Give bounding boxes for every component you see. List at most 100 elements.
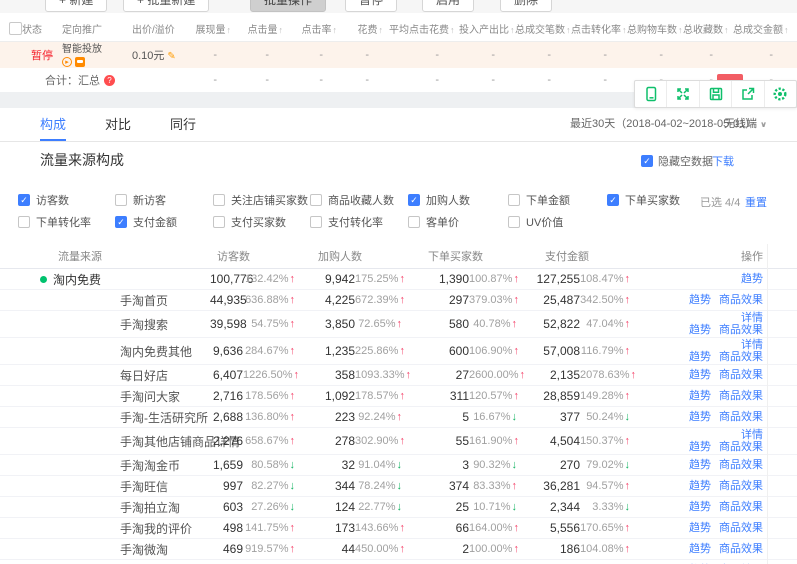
product-effect-link[interactable]: 商品效果	[719, 294, 763, 306]
trend-link[interactable]: 趋势	[689, 501, 711, 513]
metric-filter-r2-6[interactable]: UV价值	[508, 214, 563, 230]
trend-link[interactable]: 趋势	[689, 411, 711, 423]
ad-column-9[interactable]: 投入产出比↑	[459, 21, 515, 36]
trend-link[interactable]: 趋势	[689, 324, 711, 336]
download-link[interactable]: 下载	[712, 153, 734, 169]
metric-value: 1,390	[402, 272, 469, 286]
product-effect-link[interactable]: 商品效果	[719, 522, 763, 534]
metric-value: 44,935	[210, 293, 243, 307]
trend-link[interactable]: 趋势	[689, 441, 711, 453]
metric-filter-r2-3[interactable]: 支付买家数	[213, 214, 286, 230]
ad-column-6[interactable]: 点击率↑	[289, 21, 343, 36]
detail-link[interactable]: 详情	[741, 429, 763, 441]
metric-value: 5	[402, 410, 469, 424]
trend-link[interactable]: 趋势	[741, 273, 763, 285]
empty-metric-value: -	[459, 49, 515, 61]
metric-value: 358	[295, 368, 355, 382]
metric-label: 加购人数	[426, 192, 470, 208]
source-name-cell: 每日好店	[40, 367, 210, 384]
metric-filter-r1-5[interactable]: ✓加购人数	[408, 192, 470, 208]
fullscreen-icon[interactable]	[667, 81, 699, 107]
reset-link[interactable]: 重置	[745, 194, 767, 210]
toolbar-button-1[interactable]: + 新建	[45, 0, 107, 12]
toolbar-button-5[interactable]: 启用	[422, 0, 474, 12]
product-effect-link[interactable]: 商品效果	[719, 390, 763, 402]
metric-filter-r1-2[interactable]: 新访客	[115, 192, 166, 208]
metric-value: 25	[402, 500, 469, 514]
metric-value: 36,281	[517, 479, 580, 493]
metric-filter-r2-4[interactable]: 支付转化率	[310, 214, 383, 230]
ad-column-12[interactable]: 总购物车数↑	[627, 21, 683, 36]
ad-column-10[interactable]: 总成交笔数↑	[515, 21, 571, 36]
tab-peers[interactable]: 同行	[170, 108, 196, 141]
ad-column-4[interactable]: 展现量↑	[182, 21, 237, 36]
toolbar-button-4[interactable]: 暂停	[345, 0, 397, 12]
actions-cell: 趋势商品效果	[630, 390, 763, 402]
product-effect-link[interactable]: 商品效果	[719, 324, 763, 336]
trend-link[interactable]: 趋势	[689, 294, 711, 306]
source-name-cell: 手淘淘金币	[40, 457, 210, 474]
help-question-icon[interactable]: ?	[104, 75, 115, 86]
trend-link[interactable]: 趋势	[689, 522, 711, 534]
metric-filter-r2-5[interactable]: 客单价	[408, 214, 459, 230]
metric-change: 225.86%↑	[355, 345, 402, 357]
actions-cell: 趋势商品效果	[630, 294, 763, 306]
sort-arrow-icon: ↑	[279, 25, 284, 35]
metric-change: 94.57%↑	[580, 480, 630, 492]
detail-link[interactable]: 详情	[741, 312, 763, 324]
metric-filter-r1-7[interactable]: ✓下单买家数	[607, 192, 680, 208]
metric-filter-r1-3[interactable]: 关注店铺买家数	[213, 192, 308, 208]
ad-column-13[interactable]: 总收藏数↑	[683, 21, 733, 36]
terminal-selector[interactable]: 无线端∨	[724, 108, 767, 141]
ad-column-7[interactable]: 花费↑	[343, 21, 389, 36]
metric-filter-r2-1[interactable]: 下单转化率	[18, 214, 91, 230]
toolbar-button-3[interactable]: 批量操作	[250, 0, 326, 12]
col-visitors: 访客数	[210, 248, 295, 264]
mobile-preview-icon[interactable]	[635, 81, 667, 107]
trend-link[interactable]: 趋势	[689, 390, 711, 402]
detail-link[interactable]: 详情	[741, 339, 763, 351]
select-all-checkbox[interactable]	[0, 22, 22, 35]
metric-filter-r1-1[interactable]: ✓访客数	[18, 192, 69, 208]
trend-link[interactable]: 趋势	[689, 480, 711, 492]
metric-value: 6,407	[210, 368, 243, 382]
product-effect-link[interactable]: 商品效果	[719, 351, 763, 363]
product-effect-link[interactable]: 商品效果	[719, 501, 763, 513]
settings-gear-icon[interactable]	[765, 81, 796, 107]
ad-column-5[interactable]: 点击量↑	[237, 21, 289, 36]
toolbar-button-6[interactable]: 删除	[500, 0, 552, 12]
product-effect-link[interactable]: 商品效果	[719, 369, 763, 381]
source-name: 手淘旺信	[120, 478, 168, 495]
product-effect-link[interactable]: 商品效果	[719, 441, 763, 453]
checkbox-icon	[310, 194, 322, 206]
metric-change: 178.57%↑	[355, 390, 402, 402]
metric-filter-r2-2[interactable]: ✓支付金额	[115, 214, 177, 230]
metric-filter-r1-6[interactable]: 下单金额	[508, 192, 570, 208]
product-effect-link[interactable]: 商品效果	[719, 543, 763, 555]
ad-column-14[interactable]: 总成交金额↑	[733, 21, 793, 36]
trend-link[interactable]: 趋势	[689, 351, 711, 363]
ad-table-section: + 新建+ 批量新建批量操作暂停启用删除 状态定向推广出价/溢价展现量↑点击量↑…	[0, 0, 797, 80]
edit-pencil-icon[interactable]: ✎	[167, 51, 175, 62]
ad-column-11[interactable]: 点击转化率↑	[571, 21, 627, 36]
metric-filter-r1-4[interactable]: 商品收藏人数	[310, 192, 394, 208]
tab-composition[interactable]: 构成	[40, 108, 66, 141]
trend-link[interactable]: 趋势	[689, 459, 711, 471]
sort-arrow-icon: ↑	[510, 25, 515, 35]
metric-change: 120.57%↑	[469, 390, 517, 402]
trend-link[interactable]: 趋势	[689, 543, 711, 555]
product-effect-link[interactable]: 商品效果	[719, 459, 763, 471]
save-icon[interactable]	[700, 81, 732, 107]
product-effect-link[interactable]: 商品效果	[719, 411, 763, 423]
empty-metric-value: -	[627, 49, 683, 61]
ad-column-8[interactable]: 平均点击花费↑	[389, 21, 459, 36]
share-icon[interactable]	[732, 81, 764, 107]
toolbar-button-2[interactable]: + 批量新建	[123, 0, 209, 12]
summary-empty-value: -	[459, 74, 515, 86]
tab-compare[interactable]: 对比	[105, 108, 131, 141]
source-name-cell: 手淘问大家	[40, 388, 210, 405]
actions-cell: 趋势商品效果	[630, 501, 763, 513]
product-effect-link[interactable]: 商品效果	[719, 480, 763, 492]
hide-empty-toggle[interactable]: ✓ 隐藏空数据	[641, 153, 713, 169]
trend-link[interactable]: 趋势	[689, 369, 711, 381]
